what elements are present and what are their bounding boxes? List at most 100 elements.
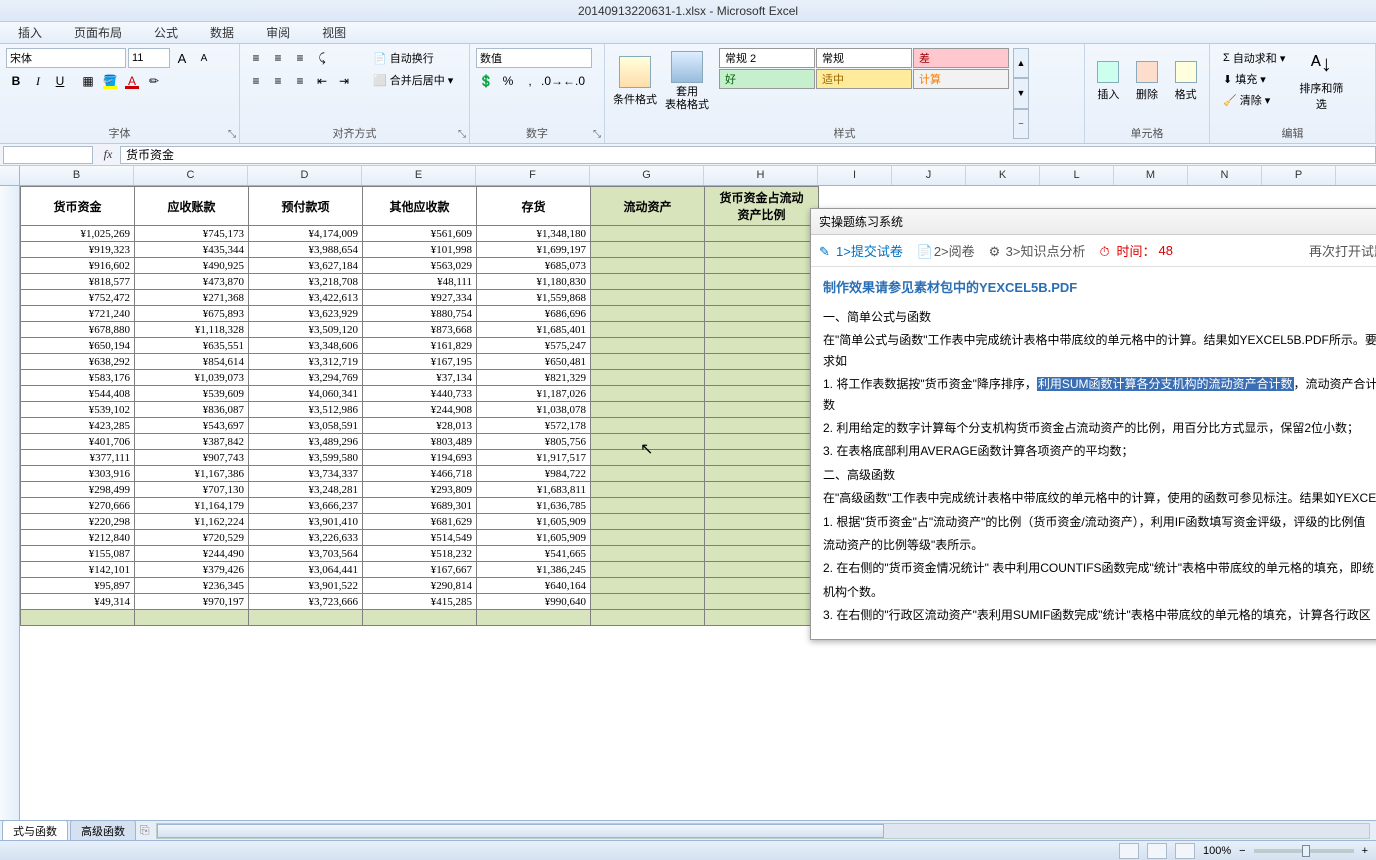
format-cells-button[interactable]: 格式 bbox=[1168, 48, 1203, 114]
table-cell[interactable]: ¥707,130 bbox=[135, 482, 249, 498]
table-cell[interactable]: ¥803,489 bbox=[363, 434, 477, 450]
table-cell[interactable]: ¥167,195 bbox=[363, 354, 477, 370]
table-cell[interactable]: ¥678,880 bbox=[21, 322, 135, 338]
table-cell[interactable]: ¥298,499 bbox=[21, 482, 135, 498]
table-cell[interactable] bbox=[591, 514, 705, 530]
pagebreak-view-button[interactable] bbox=[1175, 843, 1195, 859]
table-cell[interactable]: ¥1,118,328 bbox=[135, 322, 249, 338]
insert-cells-button[interactable]: 插入 bbox=[1091, 48, 1126, 114]
italic-button[interactable]: I bbox=[28, 71, 48, 91]
delete-cells-button[interactable]: 删除 bbox=[1130, 48, 1165, 114]
bold-button[interactable]: B bbox=[6, 71, 26, 91]
table-cell[interactable] bbox=[705, 242, 819, 258]
align-left-button[interactable]: ≡ bbox=[246, 71, 266, 91]
sheet-tab-2[interactable]: 高级函数 bbox=[70, 820, 136, 841]
table-cell[interactable]: ¥752,472 bbox=[21, 290, 135, 306]
zoom-out-button[interactable]: − bbox=[1239, 845, 1245, 857]
col-header-M[interactable]: M bbox=[1114, 166, 1188, 185]
table-cell[interactable] bbox=[705, 530, 819, 546]
table-header[interactable]: 流动资产 bbox=[591, 187, 705, 226]
table-cell[interactable]: ¥4,174,009 bbox=[249, 226, 363, 242]
table-cell[interactable]: ¥220,298 bbox=[21, 514, 135, 530]
menu-formula[interactable]: 公式 bbox=[148, 22, 184, 43]
table-header[interactable]: 其他应收款 bbox=[363, 187, 477, 226]
table-cell[interactable]: ¥236,345 bbox=[135, 578, 249, 594]
table-cell[interactable]: ¥1,180,830 bbox=[477, 274, 591, 290]
zoom-thumb[interactable] bbox=[1302, 845, 1310, 857]
gallery-up-button[interactable]: ▲ bbox=[1013, 48, 1029, 78]
underline-button[interactable]: U bbox=[50, 71, 70, 91]
cells-area[interactable]: 货币资金应收账款预付款项其他应收款存货流动资产货币资金占流动 资产比例¥1,02… bbox=[20, 186, 1376, 839]
table-cell[interactable] bbox=[705, 466, 819, 482]
table-cell[interactable]: ¥583,176 bbox=[21, 370, 135, 386]
table-cell[interactable]: ¥101,998 bbox=[363, 242, 477, 258]
table-cell[interactable] bbox=[591, 402, 705, 418]
font-expand-icon[interactable]: ⤡ bbox=[228, 129, 236, 140]
dec-decimal-button[interactable]: ←.0 bbox=[564, 71, 584, 91]
table-cell[interactable]: ¥49,314 bbox=[21, 594, 135, 610]
table-cell[interactable]: ¥155,087 bbox=[21, 546, 135, 562]
table-cell[interactable]: ¥638,292 bbox=[21, 354, 135, 370]
font-color-button[interactable]: A bbox=[122, 71, 142, 91]
number-format-select[interactable] bbox=[476, 48, 592, 68]
table-cell[interactable]: ¥821,329 bbox=[477, 370, 591, 386]
table-cell[interactable] bbox=[591, 322, 705, 338]
col-header-J[interactable]: J bbox=[892, 166, 966, 185]
col-header-C[interactable]: C bbox=[134, 166, 248, 185]
table-cell[interactable]: ¥3,666,237 bbox=[249, 498, 363, 514]
fill-color-button[interactable]: 🪣 bbox=[100, 71, 120, 91]
submit-button[interactable]: ✎1>提交试卷 bbox=[819, 241, 903, 260]
table-cell[interactable] bbox=[705, 290, 819, 306]
table-cell[interactable]: ¥435,344 bbox=[135, 242, 249, 258]
autosum-button[interactable]: Σ自动求和 ▾ bbox=[1216, 48, 1292, 68]
table-cell[interactable]: ¥539,609 bbox=[135, 386, 249, 402]
table-cell[interactable]: ¥3,901,410 bbox=[249, 514, 363, 530]
table-cell[interactable] bbox=[705, 258, 819, 274]
table-cell[interactable]: ¥3,734,337 bbox=[249, 466, 363, 482]
table-cell[interactable] bbox=[705, 226, 819, 242]
table-cell[interactable] bbox=[705, 434, 819, 450]
table-header[interactable]: 预付款项 bbox=[249, 187, 363, 226]
table-cell[interactable]: ¥379,426 bbox=[135, 562, 249, 578]
fill-button[interactable]: ⬇填充 ▾ bbox=[1216, 69, 1292, 89]
table-cell[interactable] bbox=[705, 546, 819, 562]
table-cell[interactable] bbox=[591, 386, 705, 402]
table-cell[interactable]: ¥561,609 bbox=[363, 226, 477, 242]
table-cell[interactable]: ¥3,248,281 bbox=[249, 482, 363, 498]
table-header[interactable]: 货币资金占流动 资产比例 bbox=[705, 187, 819, 226]
format-as-table-button[interactable]: 套用 表格格式 bbox=[663, 48, 711, 114]
table-cell[interactable]: ¥1,636,785 bbox=[477, 498, 591, 514]
table-cell[interactable]: ¥3,901,522 bbox=[249, 578, 363, 594]
table-cell[interactable]: ¥539,102 bbox=[21, 402, 135, 418]
table-cell[interactable]: ¥290,814 bbox=[363, 578, 477, 594]
table-cell[interactable] bbox=[705, 594, 819, 610]
table-cell[interactable]: ¥1,605,909 bbox=[477, 530, 591, 546]
table-cell[interactable] bbox=[705, 482, 819, 498]
table-cell[interactable] bbox=[591, 290, 705, 306]
table-cell[interactable] bbox=[591, 354, 705, 370]
table-cell[interactable]: ¥575,247 bbox=[477, 338, 591, 354]
align-middle-button[interactable]: ≡ bbox=[268, 48, 288, 68]
indent-dec-button[interactable]: ⇤ bbox=[312, 71, 332, 91]
table-cell[interactable] bbox=[591, 370, 705, 386]
fx-button[interactable]: fx bbox=[96, 147, 120, 162]
table-cell[interactable]: ¥440,733 bbox=[363, 386, 477, 402]
table-cell[interactable]: ¥805,756 bbox=[477, 434, 591, 450]
table-cell[interactable]: ¥1,917,517 bbox=[477, 450, 591, 466]
table-cell[interactable] bbox=[705, 354, 819, 370]
table-cell[interactable]: ¥919,323 bbox=[21, 242, 135, 258]
total-cell[interactable] bbox=[477, 610, 591, 626]
table-cell[interactable] bbox=[591, 338, 705, 354]
table-cell[interactable]: ¥37,134 bbox=[363, 370, 477, 386]
table-header[interactable]: 存货 bbox=[477, 187, 591, 226]
table-cell[interactable]: ¥984,722 bbox=[477, 466, 591, 482]
table-cell[interactable]: ¥518,232 bbox=[363, 546, 477, 562]
table-cell[interactable]: ¥3,294,769 bbox=[249, 370, 363, 386]
col-header-B[interactable]: B bbox=[20, 166, 134, 185]
table-cell[interactable] bbox=[591, 562, 705, 578]
table-cell[interactable]: ¥270,666 bbox=[21, 498, 135, 514]
table-cell[interactable] bbox=[705, 418, 819, 434]
table-cell[interactable]: ¥927,334 bbox=[363, 290, 477, 306]
table-cell[interactable]: ¥640,164 bbox=[477, 578, 591, 594]
font-size-select[interactable] bbox=[128, 48, 170, 68]
